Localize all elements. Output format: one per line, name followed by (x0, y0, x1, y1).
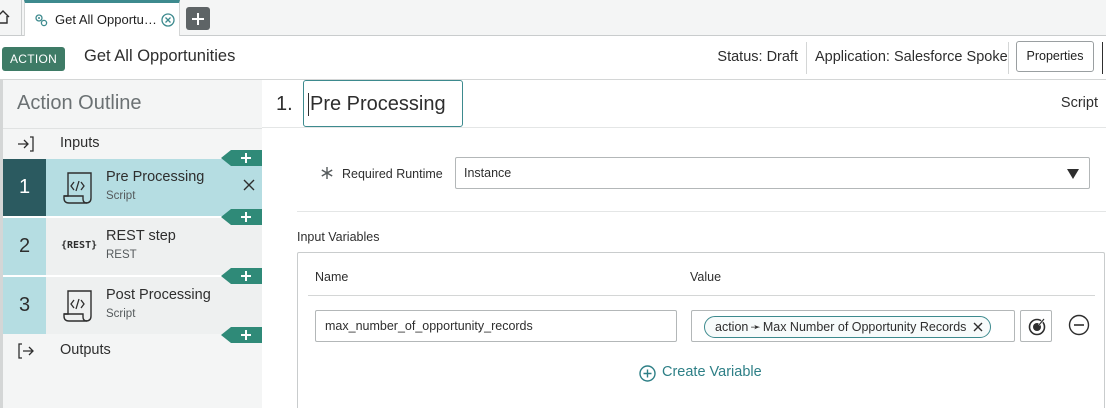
plus-icon (192, 13, 204, 25)
data-pill-field: Max Number of Opportunity Records (762, 320, 967, 334)
step-type: Script (106, 190, 136, 202)
application-text: Application: Salesforce Spoke (815, 49, 1008, 65)
properties-button[interactable]: Properties (1016, 41, 1094, 72)
pill-remove-icon[interactable] (973, 322, 983, 332)
outline-title: Action Outline (17, 92, 142, 114)
header-divider (1008, 42, 1009, 74)
required-runtime-label: Required Runtime (342, 167, 443, 181)
input-variables-label: Input Variables (297, 230, 380, 244)
step-number: 3 (3, 277, 46, 334)
table-header-divider (308, 295, 1095, 296)
action-badge: ACTION (2, 47, 66, 71)
add-step-plus-icon[interactable] (221, 268, 262, 284)
input-variables-table: Name Value max_number_of_opportunity_rec… (297, 252, 1105, 408)
outline-step-rest-step[interactable]: 2 {REST} REST step REST (3, 218, 262, 275)
variable-value-input[interactable]: action ➛ Max Number of Opportunity Records (691, 310, 1015, 342)
action-header: ACTION Get All Opportunities Status: Dra… (0, 36, 1106, 80)
runtime-selected-value: Instance (464, 166, 512, 180)
script-icon (63, 172, 92, 204)
add-step-plus-icon[interactable] (221, 327, 262, 343)
step-number: 2 (3, 218, 46, 275)
caret-down-icon (1067, 169, 1079, 179)
header-divider (806, 42, 807, 74)
input-arrow-icon (18, 136, 34, 152)
new-tab-button[interactable] (186, 7, 210, 30)
column-header-name: Name (315, 270, 349, 284)
step-type: REST (106, 249, 137, 261)
text-caret (308, 93, 309, 116)
outputs-label: Outputs (60, 342, 111, 358)
tab-separator (21, 0, 22, 36)
script-icon (63, 290, 92, 322)
step-title-text: Pre Processing (310, 93, 446, 115)
home-icon[interactable] (0, 9, 10, 25)
step-editor: 1. Pre Processing Script Required Runtim… (262, 80, 1106, 408)
step-index: 1. (276, 93, 293, 115)
delete-step-icon[interactable] (243, 179, 255, 191)
variable-name-input[interactable]: max_number_of_opportunity_records (315, 310, 677, 342)
tab-get-all-opportunities[interactable]: Get All Opportu… (24, 0, 180, 37)
section-divider (297, 211, 1106, 212)
tab-bar: Get All Opportu… (0, 0, 1106, 37)
inputs-label: Inputs (60, 135, 100, 151)
action-gears-icon (35, 14, 48, 27)
pill-arrow-icon: ➛ (750, 320, 761, 334)
add-circle-icon (639, 365, 656, 382)
outline-step-post-processing[interactable]: 3 Post Processing Script (3, 277, 262, 334)
outline-step-pre-processing[interactable]: 1 Pre Processing Script (3, 159, 262, 216)
outline-divider (3, 128, 262, 129)
step-name: Pre Processing (106, 169, 205, 185)
required-asterisk-icon (321, 167, 333, 179)
data-pill-source: action (715, 320, 749, 334)
action-outline-panel: Action Outline Inputs 1 Pre Processing S… (0, 80, 262, 408)
rest-icon: {REST} (61, 240, 98, 251)
status-text: Status: Draft (717, 49, 798, 65)
add-step-plus-icon[interactable] (221, 150, 262, 166)
add-step-plus-icon[interactable] (221, 209, 262, 225)
data-pill[interactable]: action ➛ Max Number of Opportunity Records (704, 316, 992, 338)
step-number: 1 (3, 159, 46, 216)
step-name: Post Processing (106, 287, 211, 303)
step-name: REST step (106, 228, 176, 244)
remove-variable-icon[interactable] (1068, 314, 1090, 336)
tab-close-icon[interactable] (161, 13, 175, 27)
step-title-input[interactable]: Pre Processing (303, 80, 463, 127)
column-header-value: Value (690, 270, 722, 284)
output-arrow-icon (18, 343, 34, 359)
tab-label: Get All Opportu… (55, 12, 157, 27)
step-type-label: Script (1060, 95, 1098, 111)
data-pill-picker-icon (1028, 318, 1046, 336)
create-variable-label: Create Variable (662, 364, 762, 380)
step-type: Script (106, 308, 136, 320)
required-runtime-select[interactable]: Instance (455, 157, 1090, 189)
data-pill-picker-button[interactable] (1020, 310, 1052, 342)
header-divider (1102, 42, 1103, 74)
action-title: Get All Opportunities (84, 47, 236, 65)
main-divider (262, 127, 1106, 128)
